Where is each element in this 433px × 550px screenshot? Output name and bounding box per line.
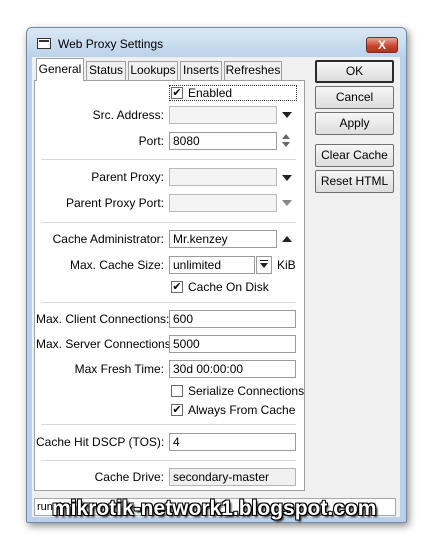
max-fresh-time-input[interactable]: 30d 00:00:00 <box>169 360 296 378</box>
tab-lookups[interactable]: Lookups <box>128 61 178 80</box>
window-app-icon <box>37 38 51 49</box>
always-from-cache-checkbox[interactable]: ✔ <box>171 404 183 416</box>
parent-proxy-field[interactable] <box>169 168 277 186</box>
check-icon: ✔ <box>172 281 182 293</box>
cache-on-disk-label: Cache On Disk <box>188 280 269 294</box>
parent-proxy-label: Parent Proxy: <box>91 170 164 184</box>
collapse-up-icon[interactable] <box>282 236 292 242</box>
enabled-checkbox[interactable]: ✔ <box>171 87 183 99</box>
section-divider <box>41 424 296 425</box>
ok-button[interactable]: OK <box>315 60 394 83</box>
tab-refreshes[interactable]: Refreshes <box>224 61 282 80</box>
max-server-connections-input[interactable]: 5000 <box>169 335 296 353</box>
dropdown-arrow-icon[interactable] <box>282 112 292 118</box>
max-server-connections-label: Max. Server Connections: <box>36 337 175 351</box>
section-divider <box>41 159 296 160</box>
section-divider <box>41 302 296 303</box>
spinner-up-icon[interactable] <box>282 134 290 139</box>
tab-inserts[interactable]: Inserts <box>180 61 222 80</box>
check-icon: ✔ <box>172 404 182 416</box>
dropdown-arrow-icon <box>260 263 268 268</box>
serialize-connections-checkbox[interactable] <box>171 385 183 397</box>
max-client-connections-input[interactable]: 600 <box>169 310 296 328</box>
parent-proxy-port-label: Parent Proxy Port: <box>65 196 164 210</box>
always-from-cache-label: Always From Cache <box>188 403 296 417</box>
dropdown-bar-mark <box>260 260 268 261</box>
max-cache-size-label: Max. Cache Size: <box>69 258 164 272</box>
check-icon: ✔ <box>172 87 182 99</box>
cache-drive-field: secondary-master <box>169 468 296 486</box>
cache-on-disk-checkbox[interactable]: ✔ <box>171 281 183 293</box>
cancel-button[interactable]: Cancel <box>315 86 394 109</box>
max-client-connections-label: Max. Client Connections: <box>36 312 170 326</box>
tab-status[interactable]: Status <box>86 61 126 80</box>
clear-cache-button[interactable]: Clear Cache <box>315 144 394 167</box>
tab-general[interactable]: General <box>36 58 84 81</box>
port-label: Port: <box>138 134 164 148</box>
dropdown-arrow-icon[interactable] <box>282 200 292 206</box>
spinner-down-icon[interactable] <box>282 142 290 147</box>
reset-html-button[interactable]: Reset HTML <box>315 170 394 193</box>
max-cache-size-dropdown-button[interactable] <box>256 256 272 274</box>
port-input[interactable]: 8080 <box>169 132 277 150</box>
serialize-connections-label: Serialize Connections <box>188 384 305 398</box>
cache-administrator-label: Cache Administrator: <box>52 232 164 246</box>
src-address-field[interactable] <box>169 106 277 124</box>
max-fresh-time-label: Max Fresh Time: <box>74 362 164 376</box>
apply-button[interactable]: Apply <box>315 112 394 135</box>
cache-hit-dscp-label: Cache Hit DSCP (TOS): <box>36 435 165 449</box>
dropdown-arrow-icon[interactable] <box>282 175 292 181</box>
src-address-label: Src. Address: <box>92 108 164 122</box>
enabled-label: Enabled <box>188 86 233 100</box>
max-cache-size-input[interactable]: unlimited <box>169 256 255 274</box>
cache-administrator-input[interactable]: Mr.kenzey <box>169 230 277 248</box>
cache-hit-dscp-input[interactable]: 4 <box>169 433 296 451</box>
cache-drive-label: Cache Drive: <box>94 470 164 484</box>
section-divider <box>41 222 296 223</box>
max-cache-size-unit: KiB <box>277 258 296 272</box>
parent-proxy-port-field[interactable] <box>169 194 277 212</box>
close-button[interactable]: X <box>366 37 398 53</box>
section-divider <box>41 460 296 461</box>
watermark-text: mikrotik-network1.blogspot.com <box>52 497 377 520</box>
window-title: Web Proxy Settings <box>58 37 164 51</box>
close-icon: X <box>377 38 386 52</box>
